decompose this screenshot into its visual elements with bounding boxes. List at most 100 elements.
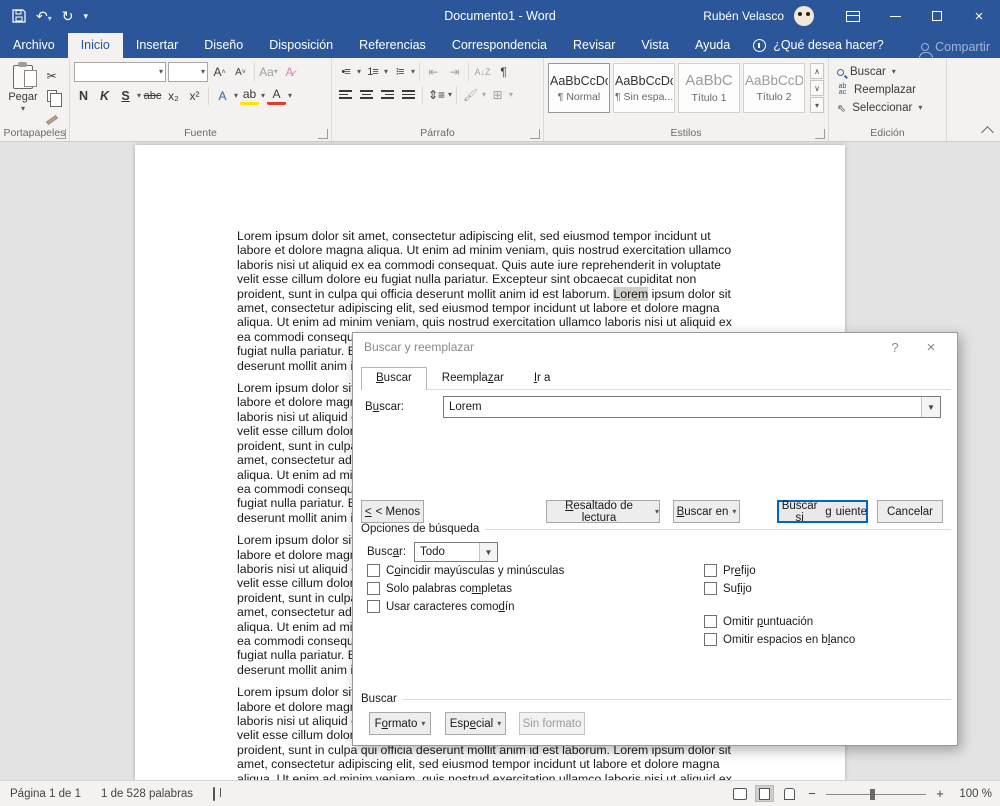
highlight-dropdown-icon[interactable]: ▾: [261, 91, 265, 100]
paste-dropdown-icon[interactable]: ▾: [21, 105, 25, 113]
cut-button[interactable]: ✂: [42, 66, 61, 85]
align-center-button[interactable]: [357, 85, 376, 104]
clear-formatting-button[interactable]: A̷: [280, 63, 299, 82]
show-marks-button[interactable]: ¶: [494, 62, 513, 81]
dialog-title-bar[interactable]: Buscar y reemplazar ? ×: [353, 333, 957, 361]
search-scope-combo[interactable]: Todo ▼: [414, 542, 498, 562]
whole-words-checkbox[interactable]: [367, 582, 380, 595]
styles-more-icon[interactable]: ▾: [810, 97, 824, 113]
numbering-button[interactable]: 1≡: [363, 62, 382, 81]
undo-icon[interactable]: ↶▾: [36, 9, 52, 23]
dialog-close-button[interactable]: ×: [913, 339, 949, 356]
find-what-combo[interactable]: Lorem ▼: [443, 396, 941, 418]
checkbox-wildcards[interactable]: Usar caracteres comodín: [367, 600, 514, 613]
web-layout-button[interactable]: [781, 786, 798, 801]
customize-quick-access-icon[interactable]: ▾: [83, 11, 88, 21]
ignore-spaces-checkbox[interactable]: [704, 633, 717, 646]
find-in-button[interactable]: Buscar en ▾: [673, 500, 740, 523]
zoom-slider[interactable]: [826, 787, 926, 801]
styles-dialog-launcher-icon[interactable]: [815, 129, 825, 139]
user-name[interactable]: Rubén Velasco: [703, 9, 784, 23]
wildcards-checkbox[interactable]: [367, 600, 380, 613]
less-button[interactable]: < < Menos: [361, 500, 424, 523]
highlight-color-button[interactable]: ab: [240, 86, 260, 105]
user-avatar[interactable]: [794, 6, 814, 26]
tab-correspondencia[interactable]: Correspondencia: [439, 33, 560, 58]
paragraph-dialog-launcher-icon[interactable]: [530, 129, 540, 139]
dialog-tab-reemplazar[interactable]: Reemplazar: [427, 367, 519, 389]
zoom-out-button[interactable]: −: [806, 786, 818, 801]
bold-button[interactable]: N: [74, 86, 93, 105]
suffix-checkbox[interactable]: [704, 582, 717, 595]
shading-dropdown-icon[interactable]: ▾: [482, 90, 486, 99]
format-painter-button[interactable]: [42, 106, 61, 125]
match-case-checkbox[interactable]: [367, 564, 380, 577]
copy-button[interactable]: [42, 86, 62, 107]
checkbox-prefix[interactable]: Prefijo: [704, 564, 756, 577]
reading-highlight-button[interactable]: Resaltado de lectura ▾: [546, 500, 660, 524]
redo-icon[interactable]: ↻: [62, 9, 74, 23]
save-icon[interactable]: [12, 9, 26, 23]
paste-button[interactable]: Pegar ▾: [4, 62, 42, 125]
format-button[interactable]: Formato ▾: [369, 712, 431, 735]
numbering-dropdown-icon[interactable]: ▾: [384, 67, 388, 76]
bullets-button[interactable]: •≡: [336, 62, 355, 81]
find-what-value[interactable]: Lorem: [444, 401, 921, 413]
font-name-combo[interactable]: ▾: [74, 62, 166, 82]
collapse-ribbon-icon[interactable]: [981, 126, 994, 139]
multilevel-list-button[interactable]: ⁝≡: [390, 62, 409, 81]
styles-scroll-up-icon[interactable]: ∧: [810, 63, 824, 79]
dialog-help-button[interactable]: ?: [877, 340, 913, 355]
find-next-button[interactable]: Buscar si g uiente: [777, 500, 868, 524]
tab-insertar[interactable]: Insertar: [123, 33, 191, 58]
ribbon-display-options-button[interactable]: [832, 0, 874, 32]
align-right-button[interactable]: [378, 85, 397, 104]
decrease-indent-button[interactable]: ⇤: [424, 62, 443, 81]
ignore-punctuation-checkbox[interactable]: [704, 615, 717, 628]
grow-font-button[interactable]: A ˄: [210, 63, 229, 82]
clipboard-dialog-launcher-icon[interactable]: [56, 129, 66, 139]
line-spacing-dropdown-icon[interactable]: ▾: [448, 90, 452, 99]
print-layout-button[interactable]: [755, 785, 774, 802]
zoom-slider-thumb[interactable]: [870, 788, 875, 800]
sort-button[interactable]: A↓Z: [473, 62, 492, 81]
align-left-button[interactable]: [336, 85, 355, 104]
shading-button[interactable]: 🖌: [461, 85, 480, 104]
checkbox-suffix[interactable]: Sufijo: [704, 582, 752, 595]
change-case-button[interactable]: Aa ▾: [259, 63, 278, 82]
increase-indent-button[interactable]: ⇥: [445, 62, 464, 81]
checkbox-whole-words[interactable]: Solo palabras completas: [367, 582, 512, 595]
tab-diseno[interactable]: Diseño: [191, 33, 256, 58]
underline-dropdown-icon[interactable]: ▾: [137, 91, 141, 100]
special-button[interactable]: Especial ▾: [445, 712, 506, 735]
prefix-checkbox[interactable]: [704, 564, 717, 577]
close-button[interactable]: ×: [958, 0, 1000, 32]
read-mode-button[interactable]: [731, 786, 748, 801]
bullets-dropdown-icon[interactable]: ▾: [357, 67, 361, 76]
style-normal[interactable]: AaBbCcDc ¶ Normal: [548, 63, 610, 113]
styles-scroll-down-icon[interactable]: ∨: [810, 80, 824, 96]
find-what-dropdown-icon[interactable]: ▼: [921, 397, 940, 417]
borders-dropdown-icon[interactable]: ▾: [509, 90, 513, 99]
strikethrough-button[interactable]: abc: [143, 86, 162, 105]
tab-disposicion[interactable]: Disposición: [256, 33, 346, 58]
style-no-spacing[interactable]: AaBbCcDc ¶ Sin espa...: [613, 63, 675, 113]
tab-vista[interactable]: Vista: [628, 33, 682, 58]
search-scope-dropdown-icon[interactable]: ▼: [479, 543, 497, 561]
tab-ayuda[interactable]: Ayuda: [682, 33, 743, 58]
style-heading1[interactable]: AaBbC Título 1: [678, 63, 740, 113]
tab-archivo[interactable]: Archivo: [0, 33, 68, 58]
zoom-percentage[interactable]: 100 %: [954, 788, 992, 800]
tab-revisar[interactable]: Revisar: [560, 33, 628, 58]
text-effects-button[interactable]: A: [213, 86, 232, 105]
checkbox-ignore-spaces[interactable]: Omitir espacios en blanco: [704, 633, 855, 646]
font-size-combo[interactable]: ▾: [168, 62, 208, 82]
borders-button[interactable]: ⊞: [488, 85, 507, 104]
proofing-button[interactable]: [203, 786, 225, 801]
superscript-button[interactable]: x²: [185, 86, 204, 105]
shrink-font-button[interactable]: A ˅: [231, 63, 250, 82]
checkbox-ignore-punctuation[interactable]: Omitir puntuación: [704, 615, 813, 628]
font-dialog-launcher-icon[interactable]: [318, 129, 328, 139]
underline-button[interactable]: S: [116, 86, 135, 105]
replace-button[interactable]: ab ac Reemplazar: [833, 81, 942, 99]
